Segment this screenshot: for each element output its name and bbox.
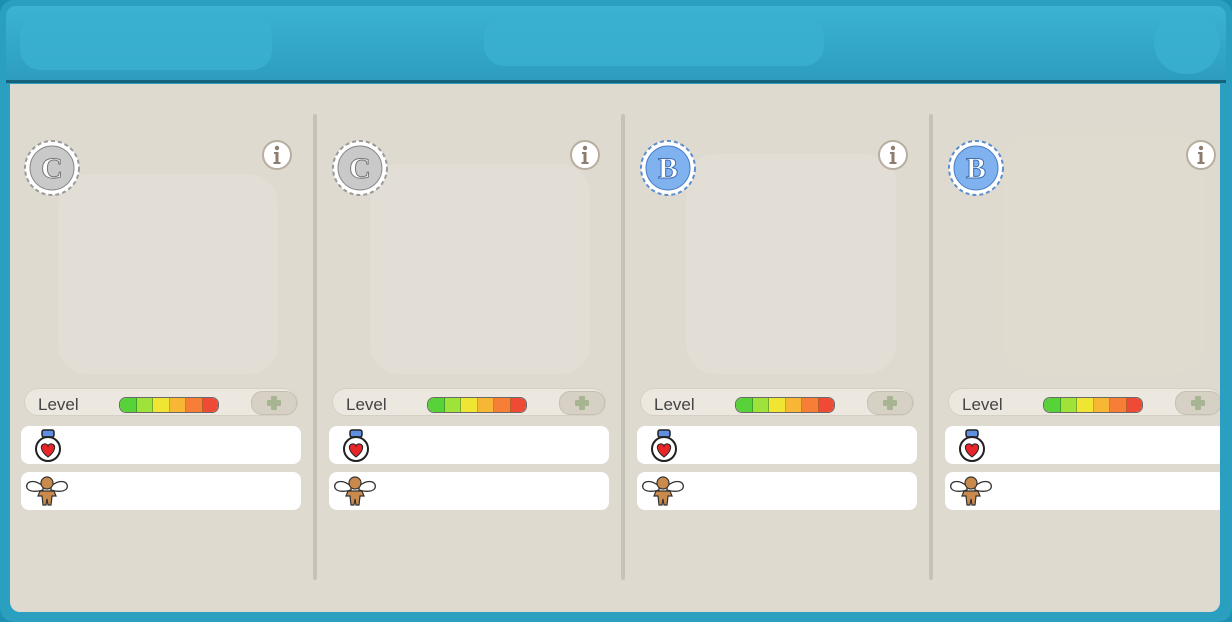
top-header — [6, 6, 1226, 83]
winged-gingerbread-icon — [642, 476, 684, 506]
grade-letter: B — [658, 152, 678, 185]
header-center-pill — [484, 18, 824, 66]
angel-row — [329, 472, 609, 510]
character-card[interactable]: B Level — [934, 84, 1220, 612]
info-icon — [878, 140, 908, 170]
grade-badge: B — [948, 140, 1004, 196]
grade-badge: B — [640, 140, 696, 196]
window-frame: C Level C Level B Level B Level — [0, 0, 1232, 622]
grade-letter: B — [966, 152, 986, 185]
character-card[interactable]: B Level — [626, 84, 926, 612]
level-meter — [1043, 397, 1143, 413]
character-silhouette — [686, 154, 896, 374]
grade-badge: C — [332, 140, 388, 196]
card-divider — [929, 114, 933, 580]
health-potion-row — [329, 426, 609, 464]
grade-letter: C — [349, 152, 371, 185]
level-bar: Level — [640, 388, 914, 416]
character-silhouette — [58, 174, 278, 374]
level-label: Level — [654, 395, 695, 414]
level-meter — [119, 397, 219, 413]
plus-icon — [267, 396, 281, 410]
grade-letter: C — [41, 152, 63, 185]
grade-badge: C — [24, 140, 80, 196]
heart-potion-icon — [35, 429, 61, 462]
info-button[interactable] — [570, 140, 600, 170]
level-bar: Level — [948, 388, 1220, 416]
level-bar: Level — [24, 388, 298, 416]
health-potion-row — [945, 426, 1220, 464]
winged-gingerbread-icon — [334, 476, 376, 506]
health-potion-row — [21, 426, 301, 464]
info-button[interactable] — [262, 140, 292, 170]
info-button[interactable] — [878, 140, 908, 170]
level-label: Level — [346, 395, 387, 414]
heart-potion-icon — [343, 429, 369, 462]
card-divider — [621, 114, 625, 580]
angel-row — [637, 472, 917, 510]
heart-potion-icon — [959, 429, 985, 462]
info-icon — [1186, 140, 1216, 170]
info-icon — [262, 140, 292, 170]
level-label: Level — [38, 395, 79, 414]
info-button[interactable] — [1186, 140, 1216, 170]
winged-gingerbread-icon — [950, 476, 992, 506]
health-potion-row — [637, 426, 917, 464]
info-icon — [570, 140, 600, 170]
angel-row — [945, 472, 1220, 510]
plus-icon — [1191, 396, 1205, 410]
header-title-pill — [20, 14, 272, 70]
character-silhouette — [1004, 134, 1204, 374]
header-right-pill — [1154, 12, 1220, 74]
character-silhouette — [370, 164, 590, 374]
level-bar: Level — [332, 388, 606, 416]
level-up-button[interactable] — [559, 391, 605, 415]
level-label: Level — [962, 395, 1003, 414]
winged-gingerbread-icon — [26, 476, 68, 506]
plus-icon — [575, 396, 589, 410]
heart-potion-icon — [651, 429, 677, 462]
level-up-button[interactable] — [251, 391, 297, 415]
card-divider — [313, 114, 317, 580]
level-up-button[interactable] — [867, 391, 913, 415]
plus-icon — [883, 396, 897, 410]
angel-row — [21, 472, 301, 510]
level-up-button[interactable] — [1175, 391, 1220, 415]
roster-panel: C Level C Level B Level B Level — [10, 84, 1220, 612]
level-meter — [735, 397, 835, 413]
level-meter — [427, 397, 527, 413]
character-card[interactable]: C Level — [318, 84, 618, 612]
character-card[interactable]: C Level — [10, 84, 310, 612]
